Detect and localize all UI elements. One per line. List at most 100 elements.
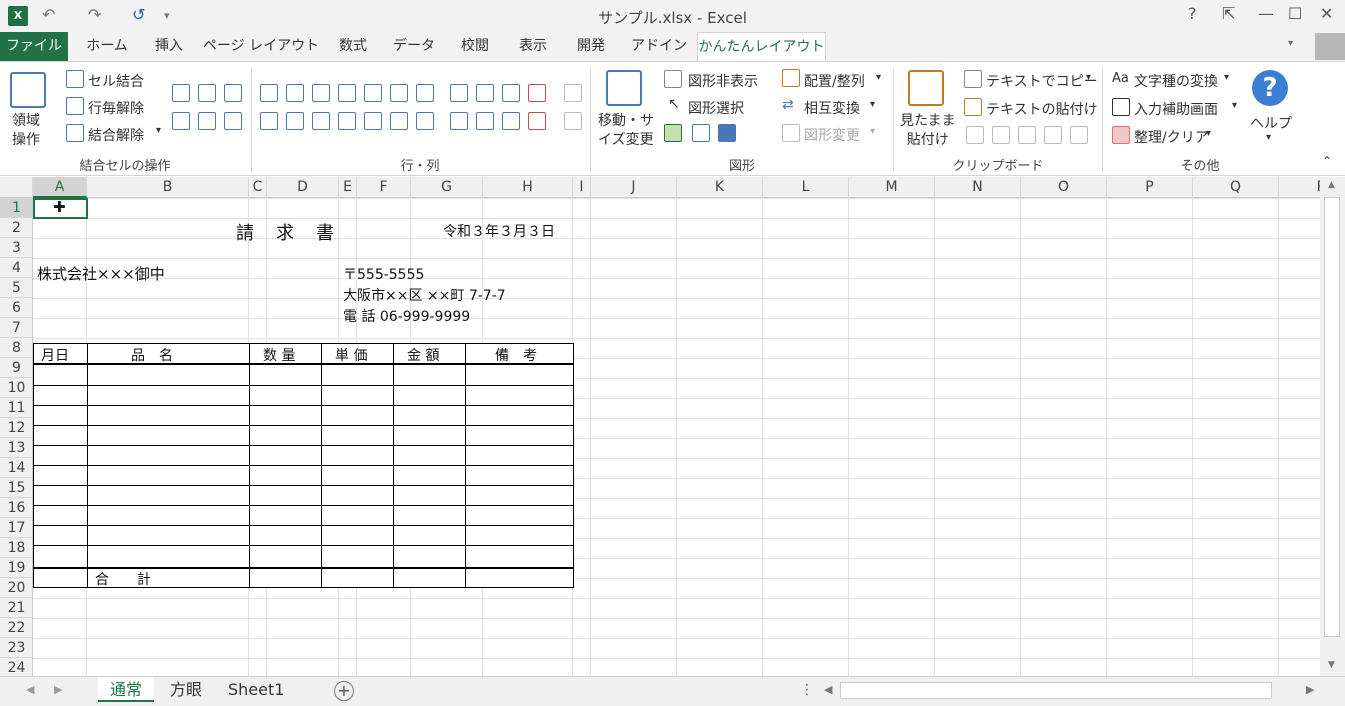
- row-shrink-icon[interactable]: [312, 112, 330, 130]
- tab-formulas[interactable]: 数式: [330, 32, 376, 61]
- col-shrink-icon[interactable]: [312, 84, 330, 102]
- row-header-15[interactable]: 15: [0, 478, 32, 498]
- row-header-23[interactable]: 23: [0, 638, 32, 658]
- align-center-icon[interactable]: [198, 84, 216, 102]
- shape-select-button[interactable]: 図形選択: [688, 98, 744, 118]
- col-move-icon[interactable]: [364, 84, 382, 102]
- avatar[interactable]: [1315, 33, 1345, 60]
- tab-data[interactable]: データ: [386, 32, 442, 61]
- row-extra-icon[interactable]: [564, 84, 582, 102]
- row-header-6[interactable]: 6: [0, 298, 32, 318]
- column-header-k[interactable]: K: [677, 177, 763, 198]
- col-hide-icon[interactable]: [390, 84, 408, 102]
- select-all-corner[interactable]: [0, 177, 33, 198]
- column-header-p[interactable]: P: [1107, 177, 1193, 198]
- row-header-8[interactable]: 8: [0, 338, 32, 358]
- input-screen-button[interactable]: 入力補助画面: [1134, 99, 1218, 119]
- column-header-f[interactable]: F: [357, 177, 411, 198]
- arrange-dropdown-icon[interactable]: ▾: [876, 72, 881, 83]
- row-add-above-icon[interactable]: [450, 84, 468, 102]
- sheet-tab-normal[interactable]: 通常: [98, 677, 155, 702]
- minimize-icon[interactable]: —: [1258, 4, 1274, 23]
- collapse-ribbon-icon[interactable]: ⌃: [1322, 154, 1332, 168]
- col-swap-icon[interactable]: [502, 112, 520, 130]
- area-operation-icon[interactable]: [10, 72, 46, 108]
- column-header-e[interactable]: E: [339, 177, 357, 198]
- row-swap-icon[interactable]: [502, 84, 520, 102]
- column-header-h[interactable]: H: [483, 177, 573, 198]
- row-header-9[interactable]: 9: [0, 358, 32, 378]
- help-dropdown-icon[interactable]: ▾: [1266, 132, 1271, 143]
- column-header-j[interactable]: J: [591, 177, 677, 198]
- shape-fill-icon[interactable]: [718, 124, 736, 142]
- row-header-17[interactable]: 17: [0, 518, 32, 538]
- tab-page-layout[interactable]: ページ レイアウト: [202, 32, 320, 61]
- shape-hide-checkbox[interactable]: [664, 70, 682, 88]
- char-convert-button[interactable]: 文字種の変換: [1134, 71, 1218, 91]
- row-header-4[interactable]: 4: [0, 258, 32, 278]
- tab-developer[interactable]: 開発: [568, 32, 614, 61]
- hscroll-right-icon[interactable]: ▶: [1306, 683, 1314, 696]
- char-convert-dropdown-icon[interactable]: ▾: [1224, 72, 1229, 83]
- move-resize-icon[interactable]: [606, 70, 642, 106]
- col-add-right-icon[interactable]: [476, 112, 494, 130]
- row-header-24[interactable]: 24: [0, 658, 32, 676]
- arrange-button[interactable]: 配置/整列: [804, 71, 865, 91]
- row-header-1[interactable]: 1: [0, 198, 32, 218]
- row-insert-icon[interactable]: [338, 112, 356, 130]
- clip-opt5-icon[interactable]: [1070, 126, 1088, 144]
- row-header-13[interactable]: 13: [0, 438, 32, 458]
- row-split-button[interactable]: 行毎解除: [88, 98, 144, 118]
- sheet-tab-sheet1[interactable]: Sheet1: [216, 677, 296, 702]
- clip-opt3-icon[interactable]: [1018, 126, 1036, 144]
- col-extra-icon[interactable]: [564, 112, 582, 130]
- clip-opt1-icon[interactable]: [966, 126, 984, 144]
- row-header-18[interactable]: 18: [0, 538, 32, 558]
- worksheet-grid[interactable]: 請 求 書 令和３年３月３日 株式会社×××御中 〒555-5555 大阪市××…: [33, 198, 1320, 676]
- row-header-2[interactable]: 2: [0, 218, 32, 238]
- col-add-left-icon[interactable]: [450, 112, 468, 130]
- tab-review[interactable]: 校閲: [452, 32, 498, 61]
- col-insert-icon[interactable]: [338, 84, 356, 102]
- copy-text-dropdown-icon[interactable]: ▾: [1086, 72, 1091, 83]
- row-add-below-icon[interactable]: [476, 84, 494, 102]
- merge-split-button[interactable]: 結合解除: [88, 125, 144, 145]
- row-header-7[interactable]: 7: [0, 318, 32, 338]
- row-header-20[interactable]: 20: [0, 578, 32, 598]
- close-icon[interactable]: ✕: [1320, 4, 1333, 23]
- col-delete-icon[interactable]: [528, 112, 546, 130]
- scroll-down-icon[interactable]: ▼: [1328, 660, 1335, 670]
- ribbon-display-icon[interactable]: ⇱: [1222, 4, 1235, 23]
- vertical-scroll-thumb[interactable]: [1324, 197, 1340, 637]
- tab-home[interactable]: ホーム: [78, 32, 136, 61]
- paste-text-button[interactable]: テキストの貼付け: [986, 99, 1098, 119]
- paste-visible-icon[interactable]: [908, 70, 944, 106]
- grid-snap-icon[interactable]: [664, 124, 682, 142]
- paste-visible-button[interactable]: 見たまま 貼付け: [900, 112, 956, 150]
- distribute-center-icon[interactable]: [198, 112, 216, 130]
- copy-text-button[interactable]: テキストでコピー: [986, 71, 1098, 91]
- account-dropdown-icon[interactable]: ▾: [1288, 38, 1293, 49]
- tab-file[interactable]: ファイル: [0, 32, 68, 61]
- merge-split-dropdown-icon[interactable]: ▾: [156, 125, 161, 136]
- shape-hide-button[interactable]: 図形非表示: [688, 71, 758, 91]
- row-header-12[interactable]: 12: [0, 418, 32, 438]
- distribute-left-icon[interactable]: [172, 112, 190, 130]
- row-hide-icon[interactable]: [390, 112, 408, 130]
- tab-scroll-right-icon[interactable]: ▶: [54, 683, 62, 696]
- swap-button[interactable]: 相互変換: [804, 98, 860, 118]
- horizontal-scroll-thumb[interactable]: [840, 682, 1272, 699]
- split-handle-icon[interactable]: ⋮: [800, 682, 814, 698]
- swap-dropdown-icon[interactable]: ▾: [870, 99, 875, 110]
- shape-change-dropdown-icon[interactable]: ▾: [870, 126, 875, 137]
- add-sheet-icon[interactable]: +: [334, 681, 354, 701]
- column-header-a[interactable]: A: [33, 177, 87, 198]
- help-button[interactable]: ヘルプ: [1250, 113, 1292, 133]
- hscroll-left-icon[interactable]: ◀: [824, 683, 832, 696]
- column-header-i[interactable]: I: [573, 177, 591, 198]
- row-height-icon[interactable]: [260, 112, 278, 130]
- column-header-n[interactable]: N: [935, 177, 1021, 198]
- column-header-b[interactable]: B: [87, 177, 249, 198]
- tab-view[interactable]: 表示: [510, 32, 556, 61]
- tab-kantan-layout[interactable]: かんたんレイアウト: [697, 32, 826, 61]
